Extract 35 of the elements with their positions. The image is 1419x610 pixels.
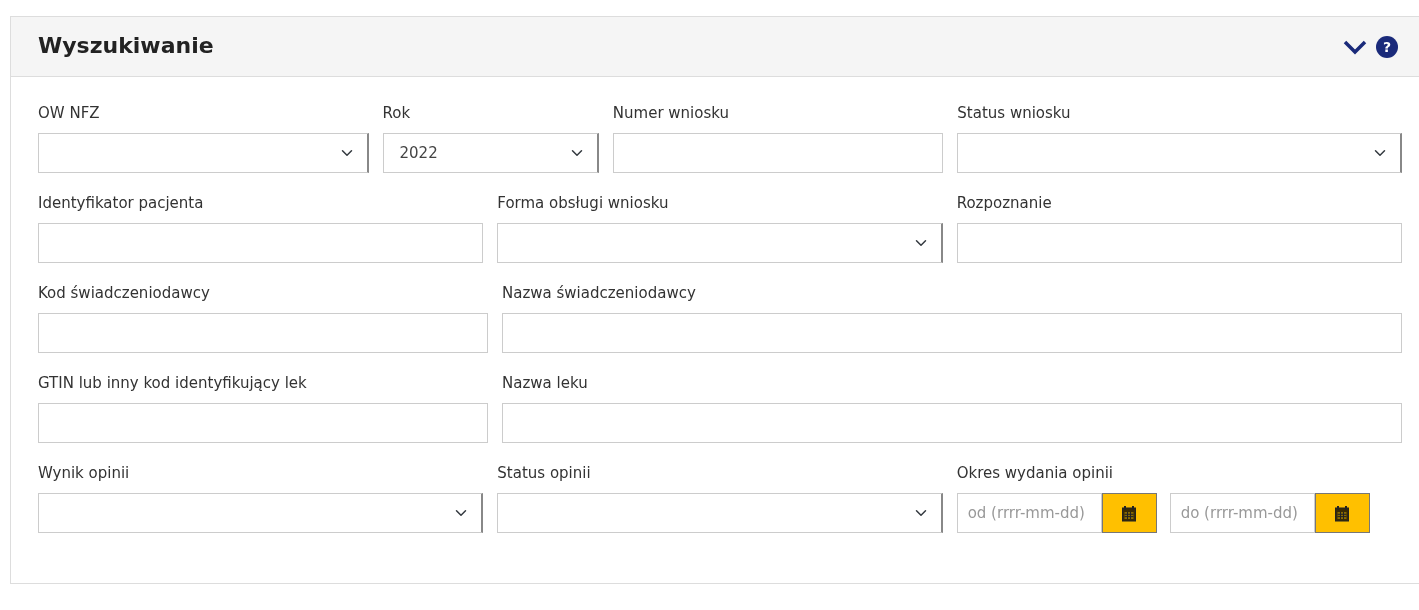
dropdown[interactable] — [497, 223, 943, 263]
field-label: Okres wydania opinii — [956, 463, 1114, 483]
field-label: Rozpoznanie — [956, 193, 1053, 213]
field-label: Nazwa świadczeniodawcy — [502, 283, 697, 303]
input-field[interactable] — [612, 133, 944, 173]
help-button[interactable]: ? — [1376, 35, 1398, 58]
dropdown[interactable] — [497, 493, 943, 533]
field-label: Status opinii — [497, 463, 592, 483]
field-label: Status wniosku — [957, 103, 1072, 123]
input-field[interactable] — [38, 223, 484, 263]
dropdown[interactable] — [38, 493, 484, 533]
field-label: OW NFZ — [38, 103, 101, 123]
input-field[interactable] — [502, 313, 1402, 353]
input-field[interactable] — [38, 403, 488, 443]
input-field[interactable] — [956, 223, 1402, 263]
field-label: GTIN lub inny kod identyfikujący lek — [38, 373, 308, 393]
field-label: Kod świadczeniodawcy — [38, 283, 211, 303]
dropdown[interactable] — [957, 133, 1402, 173]
dropdown[interactable] — [38, 133, 369, 173]
input-field[interactable] — [38, 313, 488, 353]
field-label: Nazwa leku — [502, 373, 589, 393]
date-field[interactable]: od (rrrr-mm-dd) — [956, 493, 1102, 533]
calendar-icon — [1334, 504, 1351, 522]
calendar-icon — [1121, 504, 1138, 522]
calendar-button[interactable] — [1101, 493, 1157, 533]
field-label: Identyfikator pacjenta — [38, 193, 205, 213]
field-label: Wynik opinii — [38, 463, 131, 483]
field-label: Rok — [382, 103, 412, 123]
field-label: Numer wniosku — [612, 103, 730, 123]
date-field[interactable]: do (rrrr-mm-dd) — [1169, 493, 1315, 533]
calendar-button[interactable] — [1314, 493, 1370, 533]
input-field[interactable] — [502, 403, 1402, 443]
panel-title: Wyszukiwanie — [38, 33, 214, 60]
dropdown[interactable]: 2022 — [382, 133, 599, 173]
field-label: Forma obsługi wniosku — [497, 193, 670, 213]
